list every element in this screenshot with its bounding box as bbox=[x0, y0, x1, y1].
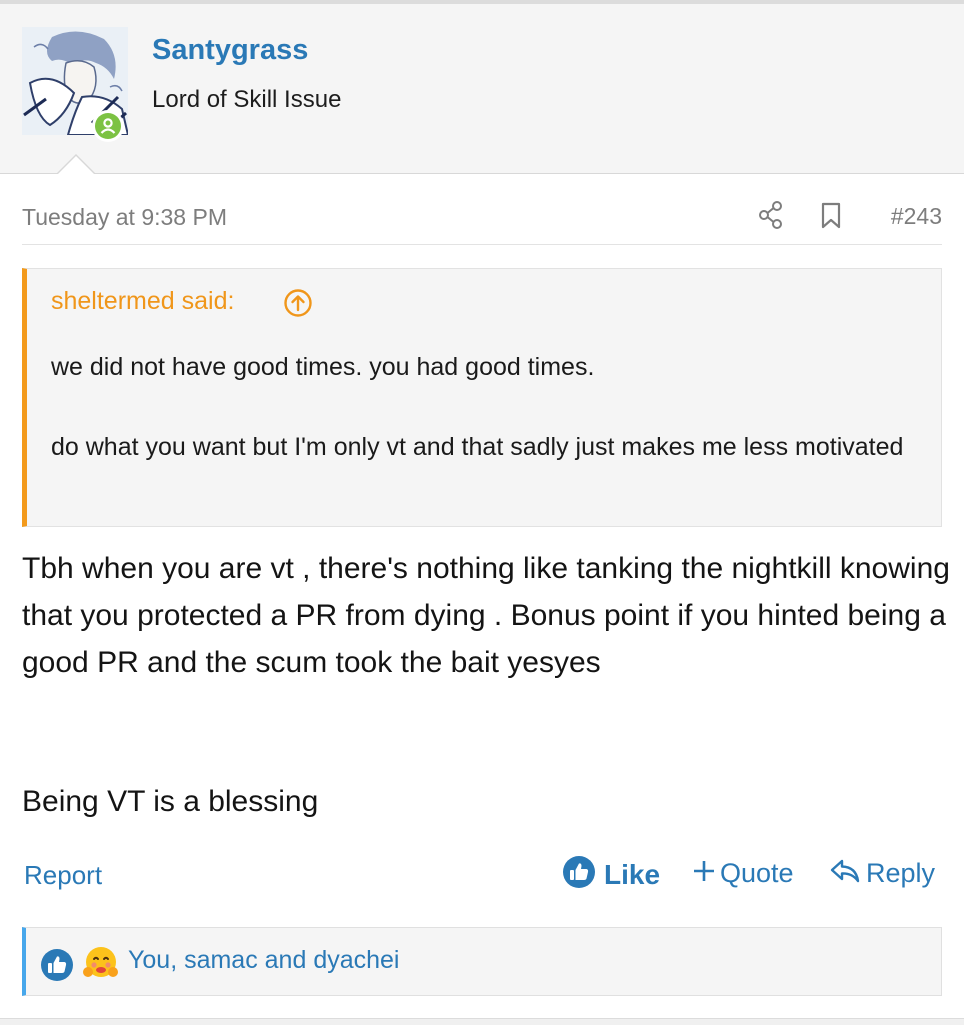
hug-emoji-icon bbox=[82, 944, 120, 987]
share-icon[interactable] bbox=[758, 200, 784, 235]
quote-line: do what you want but I'm only vt and tha… bbox=[51, 433, 904, 461]
bookmark-icon[interactable] bbox=[820, 202, 842, 235]
reply-button[interactable]: Reply bbox=[830, 858, 935, 889]
quote-block: sheltermed said: we did not have good ti… bbox=[22, 268, 942, 527]
like-button[interactable]: Like bbox=[562, 855, 660, 894]
post-meta-bar: Tuesday at 9:38 PM #243 bbox=[22, 200, 942, 245]
plus-icon bbox=[692, 859, 716, 888]
quote-button[interactable]: Quote bbox=[692, 858, 794, 889]
like-reaction-icon bbox=[40, 948, 74, 987]
report-link[interactable]: Report bbox=[24, 860, 102, 891]
reactions-summary[interactable]: You, samac and dyachei bbox=[128, 946, 399, 975]
quote-label: Quote bbox=[720, 858, 794, 888]
like-label: Like bbox=[604, 858, 661, 890]
reply-icon bbox=[830, 858, 860, 889]
quote-header: sheltermed said: bbox=[27, 269, 941, 337]
post-date-link[interactable]: Tuesday at 9:38 PM bbox=[22, 204, 227, 231]
user-title: Lord of Skill Issue bbox=[152, 86, 342, 113]
quote-line: we did not have good times. you had good… bbox=[51, 353, 595, 381]
quote-author-link[interactable]: sheltermed said: bbox=[51, 287, 234, 316]
post-user-header: Santygrass Lord of Skill Issue bbox=[0, 4, 964, 174]
message-paragraph: Being VT is a blessing bbox=[22, 785, 319, 818]
online-status-icon bbox=[92, 110, 124, 142]
like-icon bbox=[562, 855, 596, 894]
post-number-link[interactable]: #243 bbox=[891, 203, 942, 230]
message-paragraph: Tbh when you are vt , there's nothing li… bbox=[22, 552, 950, 679]
username-link[interactable]: Santygrass bbox=[152, 34, 308, 67]
reply-label: Reply bbox=[866, 858, 936, 888]
header-pointer-fill bbox=[57, 156, 95, 175]
arrow-up-circle-icon[interactable] bbox=[283, 288, 313, 323]
reactions-bar[interactable]: You, samac and dyachei bbox=[22, 927, 942, 996]
quote-content: we did not have good times. you had good… bbox=[51, 347, 917, 467]
post-actions: Report Like Quote Reply bbox=[22, 855, 942, 899]
